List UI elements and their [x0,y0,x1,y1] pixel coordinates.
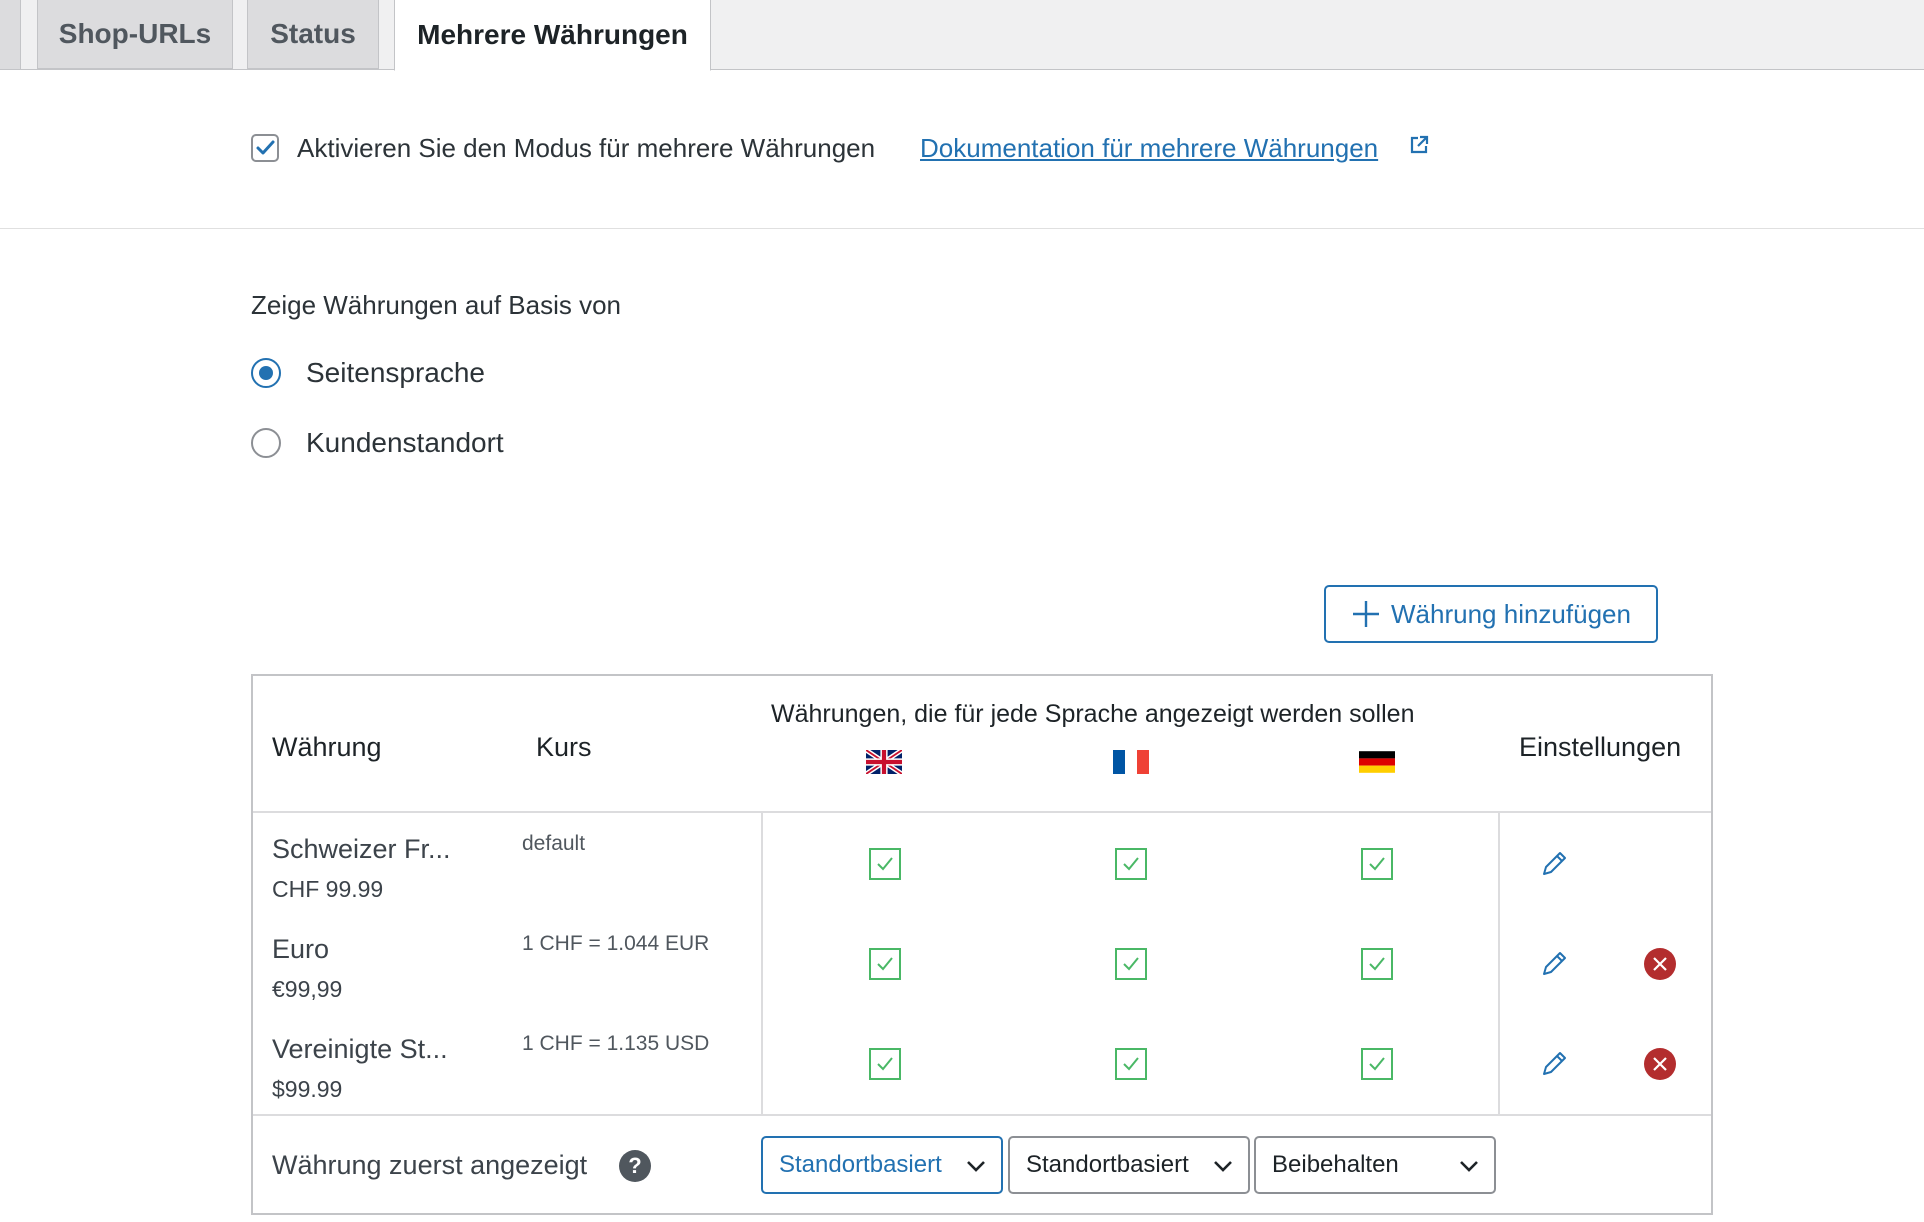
english-uk-flag [866,750,902,774]
language-checkbox-en[interactable] [869,848,901,880]
chevron-down-icon [1214,1161,1232,1172]
documentation-link[interactable]: Dokumentation für mehrere Währungen [920,133,1378,164]
checkmark-icon [256,140,275,155]
add-currency-label: Währung hinzufügen [1391,598,1631,629]
select-value: Beibehalten [1272,1151,1399,1178]
language-checkbox-fr[interactable] [1115,948,1147,980]
col-header-currency: Währung [272,732,382,762]
col-header-settings: Einstellungen [1519,732,1682,762]
header-divider [253,811,1711,813]
chevron-down-icon [967,1161,985,1172]
radio-customer-location-label[interactable]: Kundenstandort [306,427,504,459]
chevron-down-icon [1460,1161,1478,1172]
enable-multi-currency-label: Aktivieren Sie den Modus für mehrere Wäh… [297,133,876,163]
currency-rate: 1 CHF = 1.044 EUR [522,932,710,955]
language-checkbox-de[interactable] [1361,1048,1393,1080]
external-link-icon[interactable] [1409,135,1429,155]
currency-price: CHF 99.99 [272,876,384,902]
select-value: Standortbasiert [1026,1151,1189,1178]
currency-name: Euro [272,934,330,964]
currency-name: Schweizer Fr... [272,834,451,864]
delete-circle-icon[interactable] [1644,1048,1676,1080]
default-currency-select-en[interactable]: Standortbasiert [761,1136,1003,1194]
currency-name: Vereinigte St... [272,1034,448,1064]
default-currency-select-fr[interactable]: Standortbasiert [1008,1136,1250,1194]
footer-divider [253,1114,1711,1116]
language-checkbox-fr[interactable] [1115,848,1147,880]
language-checkbox-en[interactable] [869,1048,901,1080]
german-flag [1359,750,1395,774]
default-currency-select-de[interactable]: Beibehalten [1254,1136,1496,1194]
tab-edge [0,0,21,69]
help-question-icon[interactable]: ? [619,1150,651,1182]
delete-circle-icon[interactable] [1644,948,1676,980]
select-value: Standortbasiert [779,1151,942,1178]
edit-pencil-icon[interactable] [1538,848,1570,880]
currency-rate: default [522,832,586,855]
currency-price: $99.99 [272,1076,343,1102]
radio-page-language[interactable] [251,358,281,388]
tab-shop-urls[interactable]: Shop-URLs [37,0,233,69]
col-header-languages: Währungen, die für jede Sprache angezeig… [771,700,1415,728]
currency-rate: 1 CHF = 1.135 USD [522,1032,710,1055]
column-divider-right [1498,813,1500,1114]
display-basis-title: Zeige Währungen auf Basis von [251,290,621,320]
tab-status[interactable]: Status [247,0,379,69]
currency-price: €99,99 [272,976,343,1002]
language-checkbox-de[interactable] [1361,948,1393,980]
language-checkbox-fr[interactable] [1115,1048,1147,1080]
col-header-rate: Kurs [536,732,592,762]
tab-bar: Shop-URLs Status Mehrere Währungen [0,0,1924,71]
language-checkbox-de[interactable] [1361,848,1393,880]
edit-pencil-icon[interactable] [1538,948,1570,980]
radio-customer-location[interactable] [251,428,281,458]
radio-page-language-label[interactable]: Seitensprache [306,357,485,389]
plus-icon [1353,601,1380,627]
default-currency-label: Währung zuerst angezeigt [272,1150,588,1180]
section-divider [0,228,1924,229]
tab-multi-currency[interactable]: Mehrere Währungen [394,0,711,71]
column-divider-left [761,813,763,1114]
edit-pencil-icon[interactable] [1538,1048,1570,1080]
add-currency-button[interactable]: Währung hinzufügen [1324,585,1658,643]
currency-table: Währung Kurs Währungen, die für jede Spr… [251,674,1713,1215]
enable-multi-currency-checkbox[interactable] [251,134,279,162]
french-flag [1113,750,1149,774]
language-checkbox-en[interactable] [869,948,901,980]
